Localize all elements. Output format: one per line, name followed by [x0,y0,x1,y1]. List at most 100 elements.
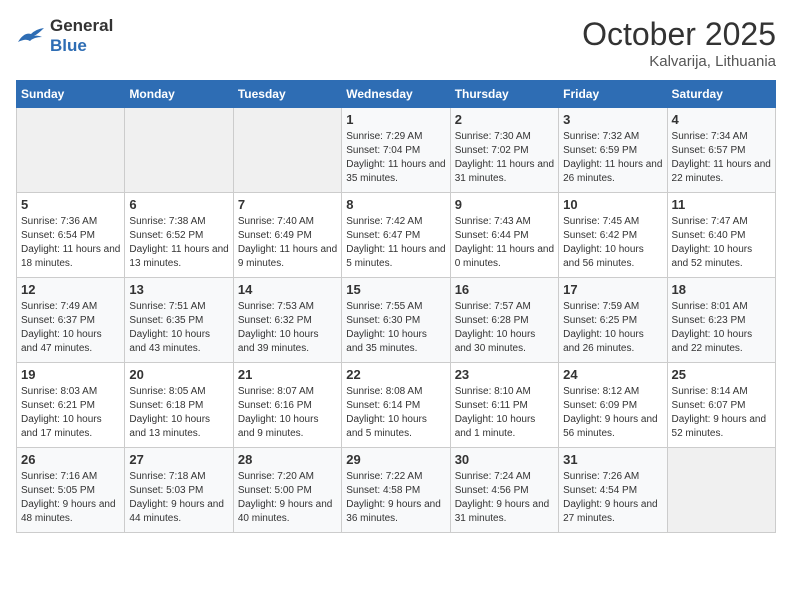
calendar-body: 1 Sunrise: 7:29 AMSunset: 7:04 PMDayligh… [17,108,776,533]
day-info: Sunrise: 7:59 AMSunset: 6:25 PMDaylight:… [563,300,662,356]
day-cell: 3 Sunrise: 7:32 AMSunset: 6:59 PMDayligh… [559,108,667,193]
month-title: October 2025 [582,16,776,53]
week-row-4: 19 Sunrise: 8:03 AMSunset: 6:21 PMDaylig… [17,363,776,448]
day-cell: 22 Sunrise: 8:08 AMSunset: 6:14 PMDaylig… [342,363,450,448]
day-cell [17,108,125,193]
day-number: 17 [563,282,662,297]
day-number: 13 [129,282,228,297]
header-cell-sunday: Sunday [17,81,125,108]
header-cell-wednesday: Wednesday [342,81,450,108]
day-cell: 31 Sunrise: 7:26 AMSunset: 4:54 PMDaylig… [559,448,667,533]
day-info: Sunrise: 7:42 AMSunset: 6:47 PMDaylight:… [346,215,445,271]
location-subtitle: Kalvarija, Lithuania [582,53,776,70]
day-cell: 4 Sunrise: 7:34 AMSunset: 6:57 PMDayligh… [667,108,775,193]
day-cell: 6 Sunrise: 7:38 AMSunset: 6:52 PMDayligh… [125,193,233,278]
day-number: 4 [672,112,771,127]
day-number: 8 [346,197,445,212]
day-info: Sunrise: 7:40 AMSunset: 6:49 PMDaylight:… [238,215,337,271]
day-cell: 8 Sunrise: 7:42 AMSunset: 6:47 PMDayligh… [342,193,450,278]
day-info: Sunrise: 8:12 AMSunset: 6:09 PMDaylight:… [563,385,662,441]
week-row-5: 26 Sunrise: 7:16 AMSunset: 5:05 PMDaylig… [17,448,776,533]
day-cell [667,448,775,533]
day-number: 3 [563,112,662,127]
day-info: Sunrise: 7:34 AMSunset: 6:57 PMDaylight:… [672,130,771,186]
day-number: 24 [563,367,662,382]
day-number: 12 [21,282,120,297]
day-cell: 29 Sunrise: 7:22 AMSunset: 4:58 PMDaylig… [342,448,450,533]
day-cell: 25 Sunrise: 8:14 AMSunset: 6:07 PMDaylig… [667,363,775,448]
day-cell: 11 Sunrise: 7:47 AMSunset: 6:40 PMDaylig… [667,193,775,278]
week-row-2: 5 Sunrise: 7:36 AMSunset: 6:54 PMDayligh… [17,193,776,278]
day-info: Sunrise: 8:01 AMSunset: 6:23 PMDaylight:… [672,300,771,356]
day-cell: 19 Sunrise: 8:03 AMSunset: 6:21 PMDaylig… [17,363,125,448]
day-number: 18 [672,282,771,297]
day-cell: 9 Sunrise: 7:43 AMSunset: 6:44 PMDayligh… [450,193,558,278]
header-cell-saturday: Saturday [667,81,775,108]
week-row-3: 12 Sunrise: 7:49 AMSunset: 6:37 PMDaylig… [17,278,776,363]
day-cell: 18 Sunrise: 8:01 AMSunset: 6:23 PMDaylig… [667,278,775,363]
day-number: 14 [238,282,337,297]
day-number: 6 [129,197,228,212]
day-number: 25 [672,367,771,382]
day-cell: 24 Sunrise: 8:12 AMSunset: 6:09 PMDaylig… [559,363,667,448]
day-number: 2 [455,112,554,127]
day-info: Sunrise: 7:53 AMSunset: 6:32 PMDaylight:… [238,300,337,356]
day-number: 9 [455,197,554,212]
day-number: 15 [346,282,445,297]
day-info: Sunrise: 7:51 AMSunset: 6:35 PMDaylight:… [129,300,228,356]
day-info: Sunrise: 7:55 AMSunset: 6:30 PMDaylight:… [346,300,445,356]
day-number: 20 [129,367,228,382]
day-number: 1 [346,112,445,127]
day-cell: 15 Sunrise: 7:55 AMSunset: 6:30 PMDaylig… [342,278,450,363]
header-row: SundayMondayTuesdayWednesdayThursdayFrid… [17,81,776,108]
logo-icon [16,24,46,48]
day-number: 22 [346,367,445,382]
day-cell [233,108,341,193]
day-number: 28 [238,452,337,467]
header-cell-monday: Monday [125,81,233,108]
logo: General Blue [16,16,113,56]
day-number: 10 [563,197,662,212]
day-number: 7 [238,197,337,212]
day-info: Sunrise: 8:10 AMSunset: 6:11 PMDaylight:… [455,385,554,441]
day-info: Sunrise: 7:47 AMSunset: 6:40 PMDaylight:… [672,215,771,271]
day-cell [125,108,233,193]
header-cell-thursday: Thursday [450,81,558,108]
day-number: 30 [455,452,554,467]
day-cell: 14 Sunrise: 7:53 AMSunset: 6:32 PMDaylig… [233,278,341,363]
day-cell: 12 Sunrise: 7:49 AMSunset: 6:37 PMDaylig… [17,278,125,363]
calendar-header: SundayMondayTuesdayWednesdayThursdayFrid… [17,81,776,108]
day-info: Sunrise: 7:49 AMSunset: 6:37 PMDaylight:… [21,300,120,356]
day-cell: 26 Sunrise: 7:16 AMSunset: 5:05 PMDaylig… [17,448,125,533]
day-number: 23 [455,367,554,382]
day-info: Sunrise: 7:26 AMSunset: 4:54 PMDaylight:… [563,470,662,526]
day-cell: 7 Sunrise: 7:40 AMSunset: 6:49 PMDayligh… [233,193,341,278]
day-cell: 13 Sunrise: 7:51 AMSunset: 6:35 PMDaylig… [125,278,233,363]
day-info: Sunrise: 8:05 AMSunset: 6:18 PMDaylight:… [129,385,228,441]
day-info: Sunrise: 7:38 AMSunset: 6:52 PMDaylight:… [129,215,228,271]
day-info: Sunrise: 7:36 AMSunset: 6:54 PMDaylight:… [21,215,120,271]
day-number: 27 [129,452,228,467]
day-info: Sunrise: 7:24 AMSunset: 4:56 PMDaylight:… [455,470,554,526]
day-number: 5 [21,197,120,212]
day-info: Sunrise: 8:08 AMSunset: 6:14 PMDaylight:… [346,385,445,441]
day-cell: 5 Sunrise: 7:36 AMSunset: 6:54 PMDayligh… [17,193,125,278]
day-number: 11 [672,197,771,212]
calendar-table: SundayMondayTuesdayWednesdayThursdayFrid… [16,80,776,533]
day-number: 31 [563,452,662,467]
day-info: Sunrise: 7:18 AMSunset: 5:03 PMDaylight:… [129,470,228,526]
day-number: 21 [238,367,337,382]
day-cell: 28 Sunrise: 7:20 AMSunset: 5:00 PMDaylig… [233,448,341,533]
day-info: Sunrise: 7:22 AMSunset: 4:58 PMDaylight:… [346,470,445,526]
day-info: Sunrise: 7:20 AMSunset: 5:00 PMDaylight:… [238,470,337,526]
day-cell: 1 Sunrise: 7:29 AMSunset: 7:04 PMDayligh… [342,108,450,193]
day-info: Sunrise: 7:16 AMSunset: 5:05 PMDaylight:… [21,470,120,526]
day-cell: 20 Sunrise: 8:05 AMSunset: 6:18 PMDaylig… [125,363,233,448]
logo-text: General Blue [50,16,113,56]
day-info: Sunrise: 7:45 AMSunset: 6:42 PMDaylight:… [563,215,662,271]
header-cell-friday: Friday [559,81,667,108]
day-cell: 23 Sunrise: 8:10 AMSunset: 6:11 PMDaylig… [450,363,558,448]
day-cell: 21 Sunrise: 8:07 AMSunset: 6:16 PMDaylig… [233,363,341,448]
day-number: 16 [455,282,554,297]
day-cell: 2 Sunrise: 7:30 AMSunset: 7:02 PMDayligh… [450,108,558,193]
